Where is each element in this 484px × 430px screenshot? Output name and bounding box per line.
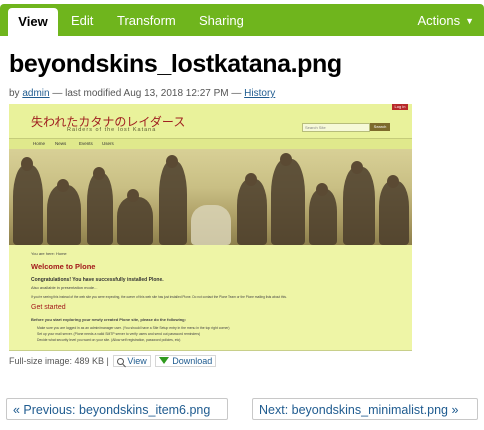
image-preview[interactable]: 失われたカタナのレイダース Raiders of the lost Katana… [9, 104, 412, 351]
download-arrow-icon [159, 357, 170, 364]
preview-get-started: Get started [31, 304, 66, 311]
document-byline: by admin — last modified Aug 13, 2018 12… [9, 88, 275, 99]
previous-item-link[interactable]: « Previous: beyondskins_item6.png [6, 398, 228, 420]
preview-step-2: Set up your mail server. (Plone needs a … [37, 332, 201, 336]
fullsize-label: Full-size image: 489 KB | [9, 356, 109, 366]
preview-nav-events: Events [79, 141, 93, 146]
caret-down-icon: ▼ [465, 16, 474, 26]
tab-view[interactable]: View [8, 8, 58, 36]
preview-search-field: Search Site [302, 123, 370, 132]
preview-nav-home: Home [33, 141, 46, 146]
byline-by: by [9, 88, 20, 99]
preview-congrats: Congratulations! You have successfully i… [31, 277, 164, 283]
preview-nav-users: Users [102, 141, 114, 146]
preview-presentation-link: Also available in presentation mode... [31, 285, 98, 290]
magnifier-icon [117, 358, 125, 365]
preview-nav-news: News [55, 141, 67, 146]
actions-label: Actions [417, 13, 461, 28]
preview-site-tagline: Raiders of the lost Katana [67, 127, 157, 133]
edit-bar: View Edit Transform Sharing Actions ▼ [0, 0, 484, 36]
preview-content: You are here: Home Welcome to Plone Cong… [9, 245, 412, 350]
preview-search-button: Search [370, 123, 390, 131]
preview-before: Before you start exploring your newly cr… [31, 317, 186, 322]
preview-login-button: Log in [392, 104, 408, 110]
byline-modified: — last modified Aug 13, 2018 12:27 PM — [52, 88, 242, 99]
actions-menu[interactable]: Actions ▼ [417, 4, 474, 36]
preview-site-header: 失われたカタナのレイダース Raiders of the lost Katana… [9, 104, 412, 138]
page-title: beyondskins_lostkatana.png [9, 50, 342, 78]
preview-nav: Home News Events Users [9, 138, 412, 149]
preview-notice: If you're seeing this instead of the web… [31, 295, 287, 299]
view-image-link[interactable]: View [113, 355, 151, 367]
preview-step-1: Make sure you are logged in as an admin/… [37, 326, 230, 330]
history-link[interactable]: History [244, 88, 275, 99]
tab-transform[interactable]: Transform [117, 4, 176, 36]
download-label: Download [172, 356, 213, 366]
view-label: View [127, 356, 147, 366]
author-link[interactable]: admin [22, 88, 49, 99]
next-item-link[interactable]: Next: beyondskins_minimalist.png » [252, 398, 478, 420]
tab-edit[interactable]: Edit [71, 4, 93, 36]
preview-breadcrumb: You are here: Home [31, 251, 67, 256]
download-link[interactable]: Download [155, 355, 217, 367]
preview-welcome-heading: Welcome to Plone [31, 262, 96, 271]
preview-step-3: Decide what security level you want on y… [37, 338, 181, 342]
fullsize-info: Full-size image: 489 KB | View Download [9, 355, 217, 367]
tab-sharing[interactable]: Sharing [199, 4, 244, 36]
preview-samurai-photo [9, 149, 412, 245]
